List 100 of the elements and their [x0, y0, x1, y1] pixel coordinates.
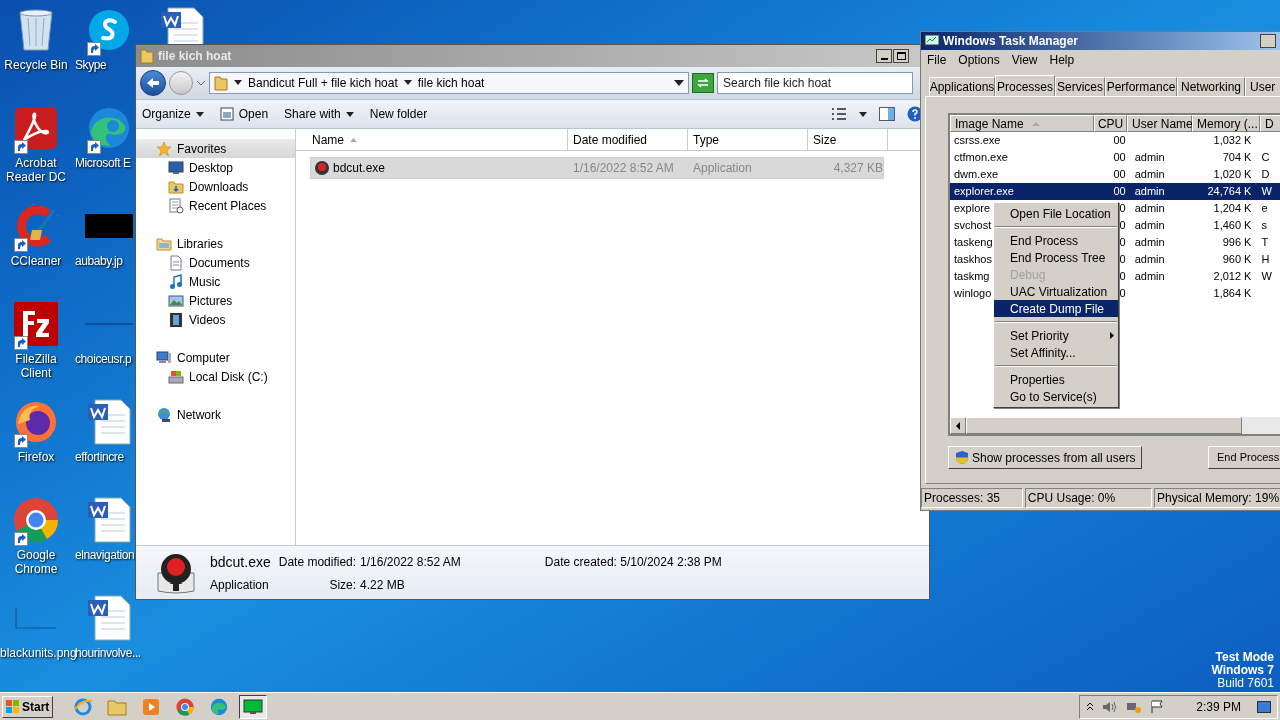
nav-item-label: Computer: [177, 349, 230, 367]
monitor-icon: [168, 159, 184, 176]
menu-item[interactable]: Set Affinity...: [994, 344, 1118, 361]
column-header[interactable]: User Name: [1127, 115, 1193, 132]
tab[interactable]: Processes: [995, 75, 1055, 97]
chevron-up-icon[interactable]: [1086, 701, 1095, 712]
tab[interactable]: User: [1245, 77, 1280, 96]
show-desktop-button[interactable]: [1257, 700, 1271, 713]
column-header[interactable]: Image Name: [950, 115, 1095, 132]
menu-item[interactable]: Help: [1049, 51, 1075, 69]
nav-item[interactable]: Desktop: [136, 158, 295, 177]
toolbar-button[interactable]: Organize: [142, 105, 204, 123]
search-field[interactable]: Search file kich hoat: [717, 72, 913, 94]
toolbar-button[interactable]: New folder: [369, 105, 428, 123]
column-header[interactable]: Size: [808, 129, 888, 150]
nav-item[interactable]: Computer: [136, 348, 295, 367]
nav-item[interactable]: Network: [136, 405, 295, 424]
scroll-left-button[interactable]: [950, 417, 966, 434]
flag-icon[interactable]: [1150, 699, 1165, 714]
desktop-icon-label[interactable]: Google Chrome: [0, 548, 72, 576]
start-button[interactable]: Start: [2, 695, 54, 718]
preview-pane-icon[interactable]: [879, 107, 895, 121]
nav-item[interactable]: Pictures: [136, 291, 295, 310]
column-header[interactable]: Type: [688, 129, 808, 150]
desktop-icon-label[interactable]: aubaby.jp: [75, 254, 123, 268]
menu-item[interactable]: Properties: [994, 371, 1118, 388]
nav-item[interactable]: Libraries: [136, 234, 295, 253]
menu-item[interactable]: Go to Service(s): [994, 388, 1118, 405]
desktop-icon-label[interactable]: Firefox: [0, 450, 72, 464]
nav-item[interactable]: Documents: [136, 253, 295, 272]
tab[interactable]: Networking: [1177, 77, 1245, 96]
breadcrumb-item[interactable]: Bandicut Full + file kich hoat: [248, 74, 398, 92]
toolbar-button[interactable]: Share with: [284, 105, 354, 123]
folder-icon: [214, 75, 228, 91]
desktop-icon-label[interactable]: elnavigation: [75, 548, 135, 562]
desktop-icon-label[interactable]: choiceusr.p: [75, 352, 132, 366]
back-arrow-icon: [146, 77, 160, 89]
desktop-icon-label[interactable]: Acrobat Reader DC: [0, 156, 72, 184]
column-header[interactable]: Date modified: [568, 129, 688, 150]
menu-item[interactable]: Create Dump File: [994, 300, 1118, 317]
scrollbar-thumb[interactable]: [966, 417, 1242, 434]
desktop-icon-label[interactable]: Skype: [75, 58, 107, 72]
nav-item-label: Favorites: [177, 140, 227, 158]
address-bar[interactable]: Bandicut Full + file kich hoat file kich hoat: [209, 72, 689, 94]
tab[interactable]: Applications: [929, 77, 995, 96]
column-header-label: Size: [813, 131, 837, 149]
maximize-button[interactable]: [893, 49, 909, 63]
caret-icon[interactable]: [234, 80, 242, 86]
caret-icon[interactable]: [674, 80, 684, 86]
speaker-icon[interactable]: [1102, 699, 1119, 714]
taskbar-button[interactable]: [239, 694, 268, 719]
desktop-icon-label[interactable]: effortincre: [75, 450, 124, 464]
desktop-icon-label[interactable]: FileZilla Client: [0, 352, 72, 380]
nav-item[interactable]: Videos: [136, 310, 295, 329]
table-cell: 0: [1119, 253, 1126, 266]
end-process-button[interactable]: End Process: [1208, 446, 1280, 469]
table-cell: admin: [1134, 202, 1165, 215]
back-button[interactable]: [140, 70, 166, 96]
star-icon: [156, 140, 172, 157]
column-header[interactable]: D: [1260, 115, 1280, 132]
process-row[interactable]: explorer.exe 00 admin 24,764 K W: [950, 183, 1280, 200]
menu-item[interactable]: Set Priority: [994, 327, 1118, 344]
tab[interactable]: Performance: [1105, 77, 1177, 96]
refresh-button[interactable]: [692, 73, 714, 93]
menu-item[interactable]: End Process: [994, 232, 1118, 249]
desktop-icon-label[interactable]: Recycle Bin: [0, 58, 72, 72]
menu-item[interactable]: File: [927, 51, 947, 69]
nav-item[interactable]: Music: [136, 272, 295, 291]
file-row[interactable]: bdcut.exe 1/16/2022 8:52 AM Application 4,327 KB: [310, 157, 884, 179]
menu-item[interactable]: Open File Location: [994, 205, 1118, 222]
menu-item[interactable]: End Process Tree: [994, 249, 1118, 266]
view-list-icon[interactable]: [831, 107, 847, 121]
caret-icon: [345, 111, 354, 117]
toolbar-button[interactable]: Open: [219, 105, 269, 123]
nav-item[interactable]: Recent Places: [136, 196, 295, 215]
caret-icon[interactable]: [859, 111, 867, 117]
nav-item[interactable]: Favorites: [136, 139, 295, 158]
tab[interactable]: Services: [1055, 77, 1105, 96]
show-all-processes-button[interactable]: Show processes from all users: [948, 446, 1143, 469]
table-cell: 960 K: [1222, 253, 1252, 266]
menu-item[interactable]: UAC Virtualization: [994, 283, 1118, 300]
column-header[interactable]: Name: [296, 129, 568, 150]
desktop-icon-label[interactable]: Microsoft E: [75, 156, 131, 170]
desktop-icon-label[interactable]: hourinvolve...: [75, 646, 141, 660]
desktop-icon-label[interactable]: CCleaner: [0, 254, 72, 268]
table-cell: admin: [1134, 270, 1165, 283]
table-cell: 00: [1113, 151, 1126, 164]
caret-icon[interactable]: [403, 80, 412, 86]
clock[interactable]: 2:39 PM: [1196, 697, 1241, 716]
nav-item[interactable]: Local Disk (C:): [136, 367, 295, 386]
breadcrumb-item[interactable]: file kich hoat: [417, 74, 485, 92]
minimize-button[interactable]: [1260, 34, 1276, 48]
menu-item[interactable]: View: [1011, 51, 1038, 69]
column-header[interactable]: Memory (...: [1192, 115, 1261, 132]
nav-item-label: Music: [189, 273, 221, 291]
nav-item[interactable]: Downloads: [136, 177, 295, 196]
sort-arrow-icon: [1031, 121, 1040, 126]
menu-item[interactable]: Options: [958, 51, 1000, 69]
column-header[interactable]: CPU: [1094, 115, 1128, 132]
minimize-button[interactable]: [876, 49, 892, 63]
